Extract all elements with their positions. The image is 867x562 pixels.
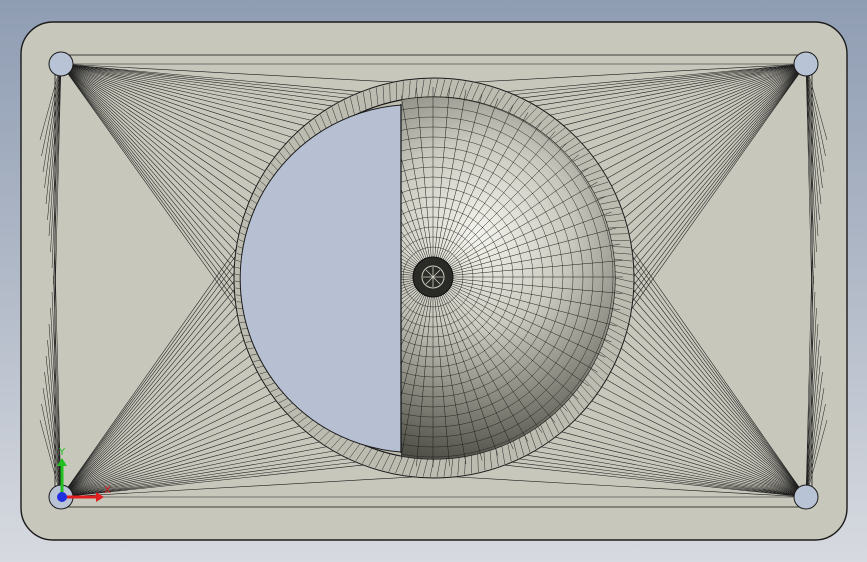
mounting-hole-bottom-right[interactable] <box>793 484 819 510</box>
mounting-hole-top-left[interactable] <box>48 51 74 77</box>
z-axis-dot <box>57 492 67 502</box>
cavity-pole-mesh <box>412 256 454 298</box>
x-axis-label: X <box>104 485 111 496</box>
graphics-viewport[interactable]: X Y <box>0 0 867 562</box>
mounting-hole-top-right[interactable] <box>793 51 819 77</box>
mesh-model-canvas[interactable]: X Y <box>0 0 867 562</box>
y-axis-label: Y <box>58 447 66 458</box>
